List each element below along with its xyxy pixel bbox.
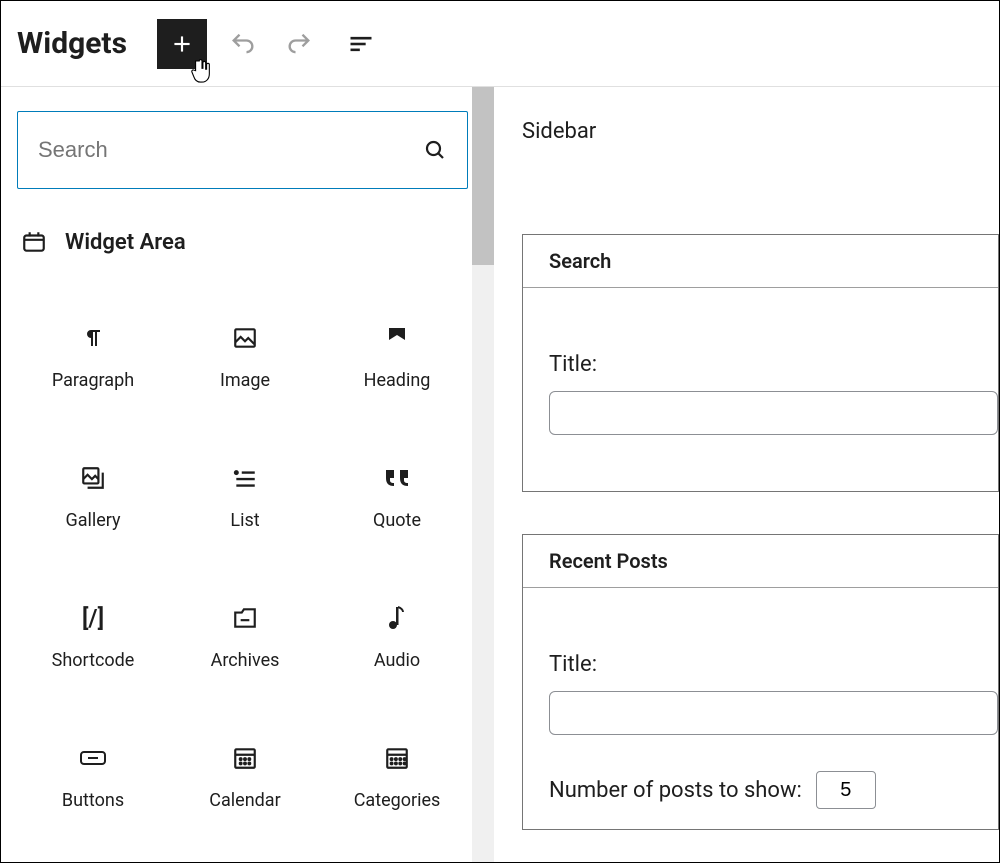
heading-icon	[383, 324, 411, 352]
search-icon	[423, 138, 447, 162]
archives-icon	[231, 604, 259, 632]
widget-area-editor: Sidebar Search Title: Recent Posts Title…	[494, 87, 999, 862]
block-list[interactable]: List	[169, 427, 321, 567]
search-widget-title-input[interactable]	[549, 391, 998, 435]
undo-icon	[229, 30, 257, 58]
inserter-section-title: Widget Area	[65, 230, 186, 255]
block-buttons[interactable]: Buttons	[17, 707, 169, 847]
gallery-icon	[79, 464, 107, 492]
block-image[interactable]: Image	[169, 287, 321, 427]
block-search-field[interactable]	[17, 111, 468, 189]
block-categories[interactable]: Categories	[321, 707, 473, 847]
image-icon	[231, 324, 259, 352]
buttons-icon	[79, 744, 107, 772]
block-inserter-panel: Widget Area Paragraph Image	[1, 87, 494, 862]
block-archives[interactable]: Archives	[169, 567, 321, 707]
page-title: Widgets	[17, 26, 127, 61]
undo-button[interactable]	[223, 24, 263, 64]
widget-field-label-title: Title:	[549, 652, 998, 677]
editor-header: Widgets	[1, 1, 999, 87]
add-block-button[interactable]	[157, 19, 207, 69]
widget-card-recent-posts: Recent Posts Title: Number of posts to s…	[522, 534, 999, 830]
shortcode-icon: [/]	[79, 604, 107, 632]
block-quote[interactable]: Quote	[321, 427, 473, 567]
plus-icon	[169, 31, 195, 57]
block-calendar[interactable]: Calendar	[169, 707, 321, 847]
calendar-icon	[231, 744, 259, 772]
block-paragraph[interactable]: Paragraph	[17, 287, 169, 427]
outline-icon	[347, 30, 375, 58]
block-heading[interactable]: Heading	[321, 287, 473, 427]
block-gallery[interactable]: Gallery	[17, 427, 169, 567]
widget-card-title[interactable]: Search	[523, 235, 998, 288]
recent-posts-title-input[interactable]	[549, 691, 998, 735]
block-audio[interactable]: Audio	[321, 567, 473, 707]
document-outline-button[interactable]	[341, 24, 381, 64]
widget-area-title: Sidebar	[522, 119, 999, 144]
search-input[interactable]	[38, 137, 423, 163]
block-shortcode[interactable]: [/] Shortcode	[17, 567, 169, 707]
list-icon	[231, 464, 259, 492]
redo-button[interactable]	[279, 24, 319, 64]
posts-count-label: Number of posts to show:	[549, 778, 802, 803]
widget-area-icon	[21, 229, 47, 255]
redo-icon	[285, 30, 313, 58]
quote-icon	[383, 464, 411, 492]
widget-card-search: Search Title:	[522, 234, 999, 492]
block-grid: Paragraph Image Heading	[17, 287, 468, 847]
paragraph-icon	[79, 324, 107, 352]
categories-icon	[383, 744, 411, 772]
widget-card-title[interactable]: Recent Posts	[523, 535, 998, 588]
inserter-scrollbar-thumb[interactable]	[472, 87, 494, 265]
inserter-section-header: Widget Area	[17, 229, 478, 255]
posts-count-input[interactable]	[816, 771, 876, 809]
audio-icon	[383, 604, 411, 632]
widget-field-label-title: Title:	[549, 352, 998, 377]
